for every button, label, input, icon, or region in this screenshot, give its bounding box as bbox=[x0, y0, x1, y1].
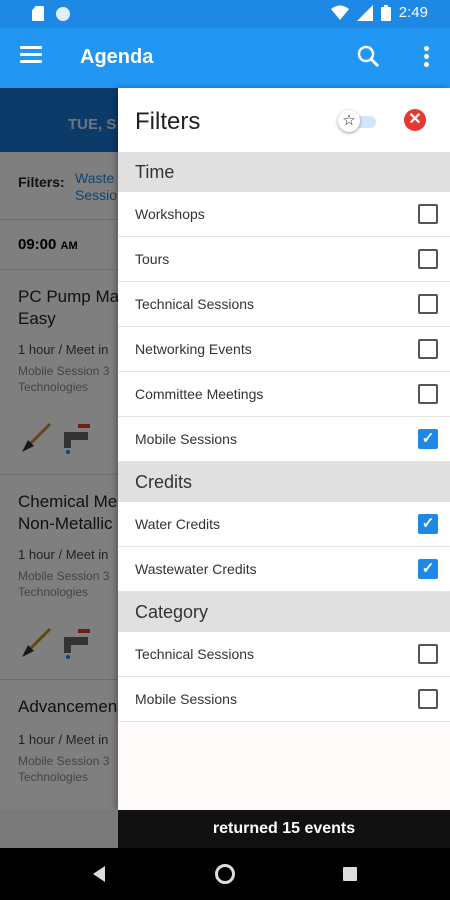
filter-option-label: Networking Events bbox=[135, 341, 252, 357]
filter-option-label: Technical Sessions bbox=[135, 646, 255, 662]
filter-option[interactable]: Networking Events bbox=[118, 327, 450, 372]
drawer-title: Filters bbox=[135, 108, 201, 135]
favorites-toggle[interactable]: ☆ bbox=[338, 110, 376, 132]
close-icon[interactable]: ✕ bbox=[404, 109, 426, 131]
app-title: Agenda bbox=[80, 46, 154, 68]
checkbox[interactable] bbox=[418, 204, 438, 224]
banner-left-dim bbox=[0, 810, 118, 848]
sd-card-icon bbox=[32, 6, 44, 21]
checkbox-checked[interactable]: ✓ bbox=[418, 559, 438, 579]
checkbox[interactable] bbox=[418, 644, 438, 664]
checkbox-checked[interactable]: ✓ bbox=[418, 514, 438, 534]
checkbox-checked[interactable]: ✓ bbox=[418, 429, 438, 449]
filter-option[interactable]: Technical Sessions bbox=[118, 282, 450, 327]
filter-option-label: Water Credits bbox=[135, 516, 221, 532]
navigation-bar bbox=[0, 848, 450, 900]
filter-option[interactable]: Mobile Sessions ✓ bbox=[118, 417, 450, 462]
search-icon[interactable] bbox=[356, 44, 380, 68]
filter-option-label: Wastewater Credits bbox=[135, 561, 257, 577]
filter-option[interactable]: Water Credits ✓ bbox=[118, 502, 450, 547]
wifi-icon bbox=[330, 5, 349, 20]
signal-icon bbox=[356, 4, 373, 21]
app-bar: Agenda bbox=[0, 28, 450, 88]
checkbox[interactable] bbox=[418, 689, 438, 709]
filter-option[interactable]: Tours bbox=[118, 237, 450, 282]
status-bar: 2:49 bbox=[0, 0, 450, 28]
drawer-header: Filters ☆ ✕ bbox=[118, 88, 450, 152]
overflow-menu-icon[interactable] bbox=[424, 46, 430, 68]
checkbox[interactable] bbox=[418, 339, 438, 359]
filter-option-label: Mobile Sessions bbox=[135, 431, 237, 447]
checkbox[interactable] bbox=[418, 294, 438, 314]
filter-option-label: Technical Sessions bbox=[135, 296, 255, 312]
filter-option[interactable]: Committee Meetings bbox=[118, 372, 450, 417]
recents-icon[interactable] bbox=[343, 867, 357, 881]
section-header-time: Time bbox=[118, 152, 450, 192]
filter-option-label: Mobile Sessions bbox=[135, 691, 237, 707]
filter-option[interactable]: Wastewater Credits ✓ bbox=[118, 547, 450, 592]
results-banner: returned 15 events bbox=[118, 810, 450, 848]
battery-icon bbox=[380, 4, 391, 21]
filter-sections: Time Workshops Tours Technical Sessions Netw… bbox=[118, 152, 450, 722]
filter-option-label: Committee Meetings bbox=[135, 386, 264, 402]
status-time: 2:49 bbox=[398, 4, 428, 21]
section-header-category: Category bbox=[118, 592, 450, 632]
filters-drawer: Filters ☆ ✕ Time Workshops Tours Technical … bbox=[118, 88, 450, 810]
star-icon: ☆ bbox=[338, 110, 360, 132]
back-icon[interactable] bbox=[93, 866, 105, 882]
filter-option[interactable]: Technical Sessions bbox=[118, 632, 450, 677]
section-header-credits: Credits bbox=[118, 462, 450, 502]
filter-option-label: Workshops bbox=[135, 206, 205, 222]
filter-option[interactable]: Workshops bbox=[118, 192, 450, 237]
home-icon[interactable] bbox=[215, 864, 235, 884]
filter-option-label: Tours bbox=[135, 251, 170, 267]
checkbox[interactable] bbox=[418, 249, 438, 269]
notification-dot-icon bbox=[56, 6, 70, 21]
checkbox[interactable] bbox=[418, 384, 438, 404]
hamburger-menu-icon[interactable] bbox=[20, 46, 42, 64]
filter-option[interactable]: Mobile Sessions bbox=[118, 677, 450, 722]
